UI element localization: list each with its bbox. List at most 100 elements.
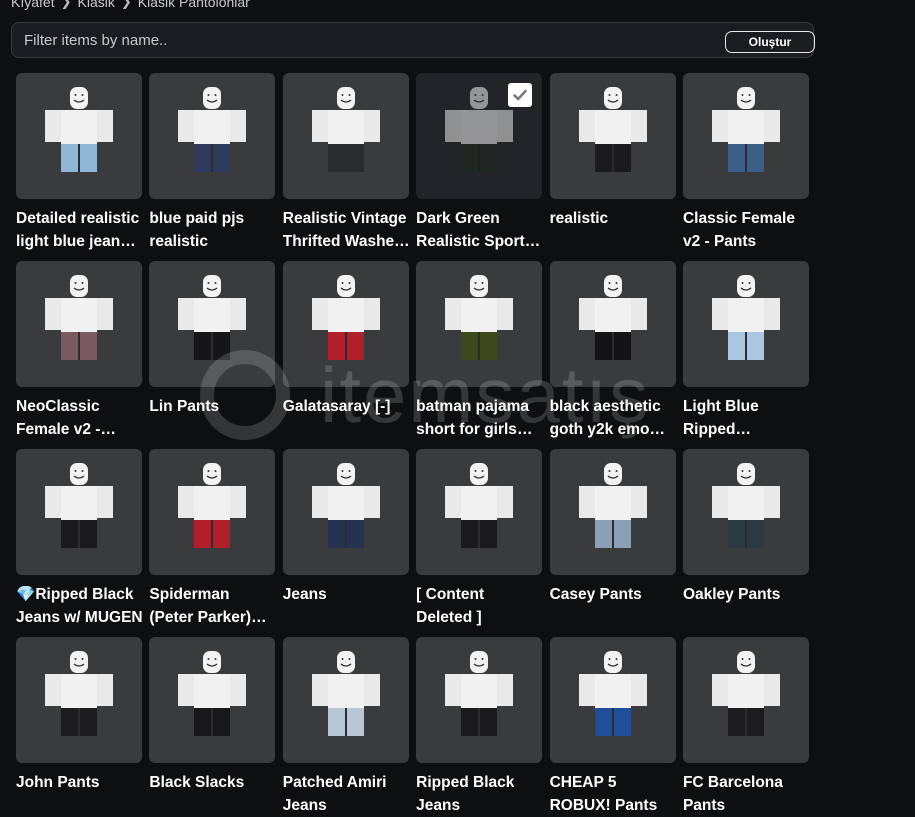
item-name-text: Dark Green Realistic Sporty Pants	[416, 210, 534, 250]
item-card[interactable]: Classic Female v2 - Pants	[682, 73, 809, 250]
item-name[interactable]: John Pants	[16, 771, 144, 794]
avatar-thumbnail	[311, 87, 380, 172]
diamond-icon: 💎	[16, 586, 36, 603]
item-card[interactable]: Spiderman (Peter Parker) Suit	[149, 449, 276, 626]
item-thumbnail[interactable]	[149, 73, 276, 199]
item-card[interactable]: John Pants	[16, 637, 142, 791]
item-card[interactable]: Ripped Black Jeans	[416, 637, 543, 814]
item-name[interactable]: batman pajama short for girls and boys	[416, 395, 544, 441]
checkmark-icon[interactable]	[508, 83, 533, 107]
item-thumbnail[interactable]	[549, 73, 676, 199]
item-name[interactable]: Patched Amiri Jeans	[283, 771, 411, 817]
item-thumbnail[interactable]	[282, 261, 409, 387]
item-thumbnail[interactable]	[682, 261, 809, 387]
filter-input[interactable]	[12, 23, 712, 57]
item-thumbnail[interactable]	[16, 261, 142, 387]
item-thumbnail[interactable]	[149, 637, 276, 763]
item-card[interactable]: [ Content Deleted ]	[416, 449, 543, 626]
item-thumbnail[interactable]	[682, 73, 809, 199]
item-name[interactable]: Black Slacks	[149, 771, 277, 794]
item-thumbnail[interactable]	[416, 261, 543, 387]
item-card[interactable]: Jeans	[282, 449, 409, 603]
item-name-text: realistic	[549, 210, 609, 227]
avatar-thumbnail	[178, 87, 247, 172]
item-name[interactable]: CHEAP 5 ROBUX! Pants	[550, 771, 678, 817]
item-thumbnail[interactable]	[549, 637, 676, 763]
item-thumbnail[interactable]	[282, 637, 409, 763]
item-thumbnail[interactable]	[682, 449, 809, 575]
breadcrumb-item-clothing[interactable]: Kıyafet	[11, 0, 55, 10]
item-name[interactable]: realistic	[550, 207, 678, 230]
avatar-thumbnail	[45, 651, 113, 736]
item-card[interactable]: batman pajama short for girls and boys	[416, 261, 543, 438]
item-thumbnail[interactable]	[682, 637, 809, 763]
item-card[interactable]: Black Slacks	[149, 637, 276, 791]
avatar-thumbnail	[578, 651, 647, 736]
item-name[interactable]: Lin Pants	[149, 395, 277, 418]
avatar-thumbnail	[311, 275, 380, 360]
item-card[interactable]: CHEAP 5 ROBUX! Pants	[549, 637, 676, 814]
item-card[interactable]: 💎Ripped Black Jeans w/ MUGEN	[16, 449, 143, 626]
item-name[interactable]: NeoClassic Female v2 - Pants	[16, 395, 144, 441]
item-name[interactable]: Ripped Black Jeans	[416, 771, 544, 817]
breadcrumb-item-classic[interactable]: Klasik	[78, 0, 115, 10]
item-thumbnail[interactable]	[416, 637, 543, 763]
item-thumbnail[interactable]	[282, 73, 409, 199]
item-card[interactable]: Realistic Vintage Thrifted Washed Black	[282, 73, 409, 250]
item-name-text: Ripped Black Jeans w/ MUGEN	[16, 586, 143, 626]
item-card[interactable]: Patched Amiri Jeans	[282, 637, 409, 814]
item-card[interactable]: Galatasaray [-]	[282, 261, 409, 415]
item-thumbnail[interactable]	[549, 261, 676, 387]
item-card[interactable]: Light Blue Ripped Jeans/Shorts	[682, 261, 809, 438]
item-name-text: Classic Female v2 - Pants	[682, 210, 795, 250]
avatar-thumbnail	[711, 275, 780, 360]
item-name[interactable]: Spiderman (Peter Parker) Suit	[149, 583, 277, 629]
avatar-thumbnail	[711, 463, 780, 548]
item-card[interactable]: Oakley Pants	[682, 449, 809, 603]
item-name[interactable]: FC Barcelona Pants	[683, 771, 811, 817]
item-name[interactable]: Galatasaray [-]	[283, 395, 411, 418]
item-thumbnail[interactable]	[149, 261, 276, 387]
item-thumbnail[interactable]	[416, 73, 543, 199]
item-card[interactable]: black aesthetic goth y2k emo shorts	[549, 261, 676, 438]
item-name[interactable]: black aesthetic goth y2k emo shorts	[550, 395, 678, 441]
item-card[interactable]: FC Barcelona Pants	[682, 637, 809, 814]
item-thumbnail[interactable]	[16, 637, 142, 763]
breadcrumb: Kıyafet ❯ Klasik ❯ Klasik Pantolonlar	[11, 0, 250, 10]
item-name[interactable]: Casey Pants	[550, 583, 678, 606]
item-card[interactable]: Casey Pants	[549, 449, 676, 603]
item-name[interactable]: Realistic Vintage Thrifted Washed Black	[283, 207, 411, 253]
item-name-text: Jeans	[282, 586, 327, 603]
item-thumbnail[interactable]	[282, 449, 409, 575]
item-name[interactable]: blue paid pjs realistic	[149, 207, 277, 253]
item-name-text: Oakley Pants	[682, 586, 781, 603]
avatar-thumbnail	[178, 275, 247, 360]
item-name-text: Detailed realistic light blue jeans w/ b…	[16, 210, 140, 250]
item-card[interactable]: realistic	[549, 73, 676, 227]
avatar-thumbnail	[445, 463, 514, 548]
item-thumbnail[interactable]	[549, 449, 676, 575]
item-name[interactable]: Jeans	[283, 583, 411, 606]
item-name[interactable]: [ Content Deleted ]	[416, 583, 544, 629]
item-name[interactable]: 💎Ripped Black Jeans w/ MUGEN	[16, 583, 144, 629]
item-name[interactable]: Classic Female v2 - Pants	[683, 207, 811, 253]
item-card[interactable]: Lin Pants	[149, 261, 276, 415]
item-card[interactable]: blue paid pjs realistic	[149, 73, 276, 250]
item-card[interactable]: Detailed realistic light blue jeans w/ b…	[16, 73, 142, 250]
item-card[interactable]: NeoClassic Female v2 - Pants	[16, 261, 142, 438]
item-thumbnail[interactable]	[16, 73, 142, 199]
item-thumbnail[interactable]	[16, 449, 142, 575]
item-name-text: CHEAP 5 ROBUX! Pants	[549, 774, 658, 814]
item-name[interactable]: Oakley Pants	[683, 583, 811, 606]
chevron-right-icon: ❯	[60, 0, 72, 9]
item-name[interactable]: Detailed realistic light blue jeans w/ b…	[16, 207, 144, 253]
create-button[interactable]: Oluştur	[725, 31, 815, 53]
item-name-text: Realistic Vintage Thrifted Washed Black	[282, 210, 407, 250]
item-name[interactable]: Light Blue Ripped Jeans/Shorts	[683, 395, 811, 441]
item-card[interactable]: Dark Green Realistic Sporty Pants	[416, 73, 543, 250]
item-name[interactable]: Dark Green Realistic Sporty Pants	[416, 207, 544, 253]
item-name-text: Galatasaray [-]	[282, 398, 391, 415]
item-thumbnail[interactable]	[149, 449, 276, 575]
item-grid: Detailed realistic light blue jeans w/ b…	[16, 73, 809, 814]
item-thumbnail[interactable]	[416, 449, 543, 575]
